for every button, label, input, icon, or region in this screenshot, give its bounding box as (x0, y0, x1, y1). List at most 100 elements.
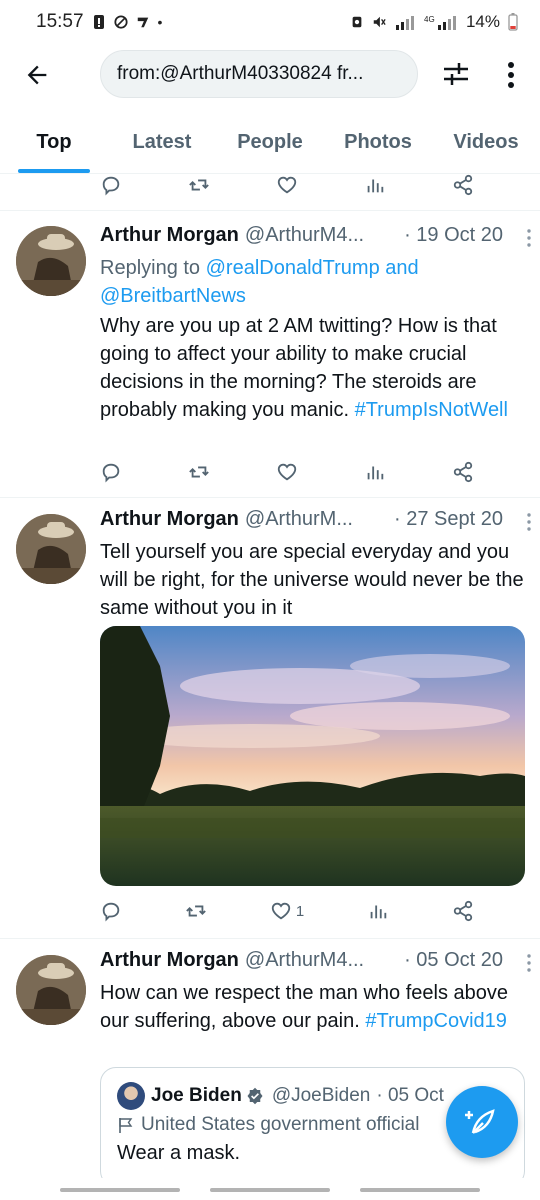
tab-top[interactable]: Top (0, 112, 108, 173)
search-query: from:@ArthurM40330824 fr... (117, 63, 364, 84)
back-button[interactable] (20, 58, 54, 92)
avatar-image (16, 514, 86, 584)
retweet-button[interactable] (188, 461, 210, 483)
status-left: 15:57 • (36, 11, 162, 33)
tweet-more-icon[interactable] (523, 512, 535, 532)
compose-tweet-button[interactable] (446, 1086, 518, 1158)
search-header: from:@ArthurM40330824 fr... (0, 44, 540, 106)
analytics-icon (370, 905, 387, 919)
tab-videos[interactable]: Videos (432, 112, 540, 173)
like-button[interactable] (276, 174, 298, 196)
share-icon (453, 461, 473, 483)
reply-button[interactable] (100, 174, 122, 196)
tweet[interactable]: Arthur Morgan @ArthurM... · 27 Sept 20 T… (0, 498, 540, 938)
quoted-tweet-text: Wear a mask. (117, 1142, 240, 1164)
notification-icon (93, 15, 104, 29)
reply-button[interactable] (100, 900, 122, 922)
tweet-image[interactable] (100, 626, 525, 886)
tab-people[interactable]: People (216, 112, 324, 173)
tweet-date[interactable]: · 19 Oct 20 (404, 224, 525, 247)
author-handle[interactable]: @ArthurM... (245, 508, 353, 531)
battery-text: 14% (465, 12, 500, 31)
replying-and: and (385, 257, 419, 279)
kebab-menu-icon (508, 62, 514, 88)
heart-icon (271, 902, 290, 920)
search-filter-button[interactable] (440, 58, 472, 90)
heart-icon (277, 176, 297, 194)
hashtag-link[interactable]: #TrumpIsNotWell (355, 399, 508, 421)
tweet[interactable]: Arthur Morgan @ArthurM4... · 19 Oct 20 R… (0, 210, 540, 498)
analytics-button[interactable] (364, 461, 386, 483)
tweet-actions (0, 457, 540, 487)
replying-to: Replying to @realDonaldTrump and @Breitb… (100, 254, 525, 310)
retweet-icon (189, 466, 209, 478)
more-options-button[interactable] (496, 58, 526, 92)
previous-tweet-actions (0, 170, 540, 200)
share-button[interactable] (452, 900, 474, 922)
retweet-icon (186, 905, 206, 917)
status-right: 4G 14% (350, 12, 518, 32)
quoted-author-name: Joe Biden (151, 1085, 242, 1106)
share-button[interactable] (452, 461, 474, 483)
sliders-icon (444, 63, 468, 85)
tweet-content: Arthur Morgan @ArthurM... · 27 Sept 20 T… (100, 508, 531, 622)
tab-latest[interactable]: Latest (108, 112, 216, 173)
author-handle[interactable]: @ArthurM4... (245, 949, 364, 972)
svg-text:4G: 4G (424, 15, 435, 24)
search-tabs: Top Latest People Photos Videos (0, 112, 540, 174)
retweet-button[interactable] (185, 900, 207, 922)
search-input[interactable]: from:@ArthurM40330824 fr... (100, 50, 418, 98)
tweet-more-icon[interactable] (523, 228, 535, 248)
dot-icon: • (157, 14, 163, 30)
author-name[interactable]: Arthur Morgan (100, 949, 239, 972)
status-bar: 15:57 • 4G 14% (0, 0, 540, 44)
nav-back-button[interactable] (360, 1188, 480, 1192)
reply-icon (102, 902, 120, 922)
tweet-content: Arthur Morgan @ArthurM4... · 05 Oct 20 H… (100, 949, 531, 1035)
author-name[interactable]: Arthur Morgan (100, 224, 239, 247)
mention-link[interactable]: @BreitbartNews (100, 285, 246, 307)
retweet-button[interactable] (188, 174, 210, 196)
tweet-date[interactable]: · 27 Sept 20 (394, 508, 525, 531)
battery-icon (508, 13, 518, 31)
alarm-icon (352, 16, 362, 28)
nav-recents-button[interactable] (60, 1188, 180, 1192)
quoted-tweet-date: · 05 Oct (376, 1085, 444, 1106)
nav-home-button[interactable] (210, 1188, 330, 1192)
replying-prefix: Replying to (100, 257, 201, 279)
avatar[interactable] (16, 226, 86, 296)
tweet-text: How can we respect the man who feels abo… (100, 979, 525, 1035)
avatar-image (16, 226, 86, 296)
like-button[interactable] (276, 461, 298, 483)
reply-button[interactable] (100, 461, 122, 483)
share-icon (453, 900, 473, 922)
government-label-text: United States government official (141, 1114, 420, 1135)
hashtag-link[interactable]: #TrumpCovid19 (365, 1010, 507, 1032)
quoted-author-handle: @JoeBiden (271, 1085, 371, 1106)
analytics-button[interactable] (367, 900, 389, 922)
author-name[interactable]: Arthur Morgan (100, 508, 239, 531)
tweet-more-icon[interactable] (523, 953, 535, 973)
flag-icon (119, 1118, 133, 1133)
arrow-left-icon (27, 65, 47, 85)
reply-icon (102, 463, 120, 483)
tweet-header: Arthur Morgan @ArthurM... · 27 Sept 20 (100, 508, 525, 538)
avatar[interactable] (16, 955, 86, 1025)
tweet-text: Why are you up at 2 AM twitting? How is … (100, 312, 525, 424)
analytics-button[interactable] (364, 174, 386, 196)
mention-link[interactable]: @realDonaldTrump (206, 257, 380, 279)
like-count: 1 (295, 902, 305, 920)
tweet-text: Tell yourself you are special everyday a… (100, 541, 524, 619)
tweet-date[interactable]: · 05 Oct 20 (404, 949, 525, 972)
like-button[interactable]: 1 (270, 900, 304, 922)
author-handle[interactable]: @ArthurM4... (245, 224, 364, 247)
app-icon (137, 17, 148, 28)
avatar[interactable] (16, 514, 86, 584)
share-button[interactable] (452, 174, 474, 196)
share-icon (453, 174, 473, 196)
signal-icon (395, 16, 414, 30)
tweet-header: Arthur Morgan @ArthurM4... · 19 Oct 20 (100, 224, 525, 254)
analytics-icon (367, 466, 384, 480)
tweet-content: Arthur Morgan @ArthurM4... · 19 Oct 20 R… (100, 224, 531, 424)
tab-photos[interactable]: Photos (324, 112, 432, 173)
